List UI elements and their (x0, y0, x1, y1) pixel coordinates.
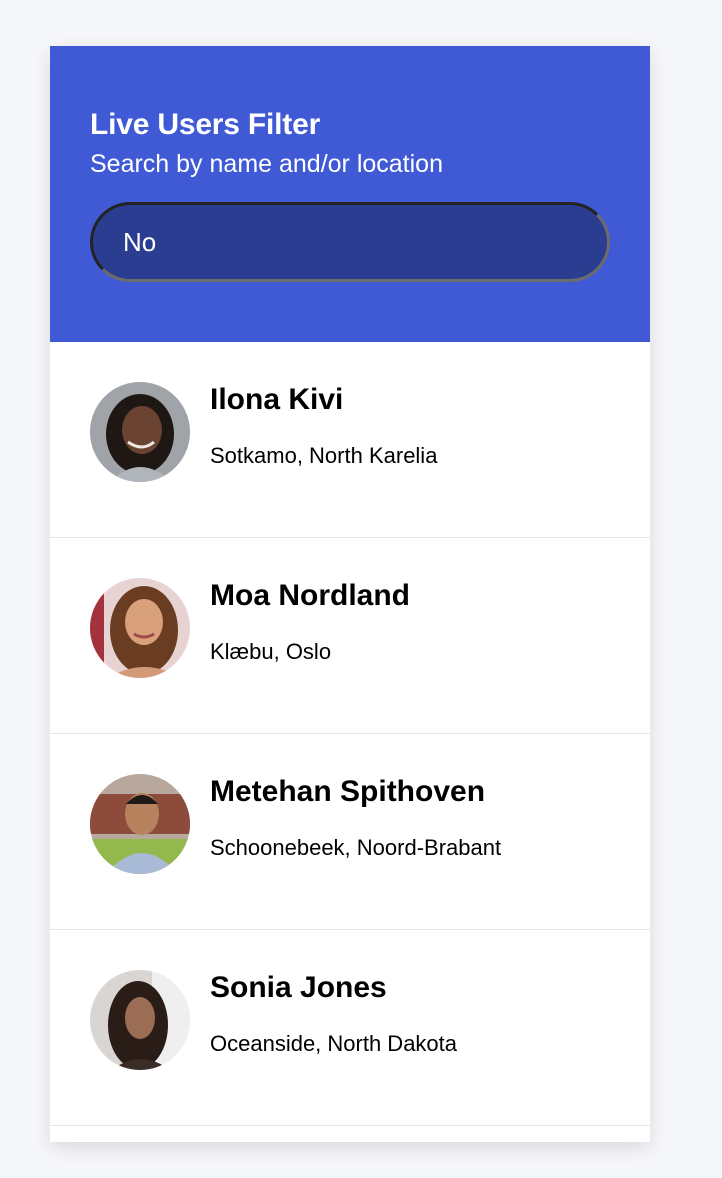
user-name: Moa Nordland (210, 579, 410, 612)
user-list: Ilona Kivi Sotkamo, North Karelia Moa No… (50, 342, 650, 1126)
page-title: Live Users Filter (90, 108, 321, 141)
user-photo-icon (90, 970, 190, 1070)
filter-header: Live Users Filter Search by name and/or … (50, 46, 650, 342)
user-photo-icon (90, 382, 190, 482)
live-users-filter-card: Live Users Filter Search by name and/or … (50, 46, 650, 1142)
user-location: Klæbu, Oslo (210, 639, 332, 664)
search-input[interactable] (90, 202, 610, 282)
list-item: Metehan Spithoven Schoonebeek, Noord-Bra… (50, 734, 650, 930)
user-location: Sotkamo, North Karelia (210, 443, 438, 468)
page-subtitle: Search by name and/or location (90, 150, 443, 178)
user-location: Schoonebeek, Noord-Brabant (210, 835, 502, 860)
avatar (90, 382, 190, 482)
user-name: Sonia Jones (210, 971, 387, 1004)
list-item: Sonia Jones Oceanside, North Dakota (50, 930, 650, 1126)
user-name: Ilona Kivi (210, 383, 344, 416)
user-name: Metehan Spithoven (210, 775, 486, 808)
user-location: Oceanside, North Dakota (210, 1031, 458, 1056)
list-item: Ilona Kivi Sotkamo, North Karelia (50, 342, 650, 538)
avatar (90, 970, 190, 1070)
list-item: Moa Nordland Klæbu, Oslo (50, 538, 650, 734)
avatar (90, 578, 190, 678)
avatar (90, 774, 190, 874)
user-photo-icon (90, 774, 190, 874)
user-photo-icon (90, 578, 190, 678)
